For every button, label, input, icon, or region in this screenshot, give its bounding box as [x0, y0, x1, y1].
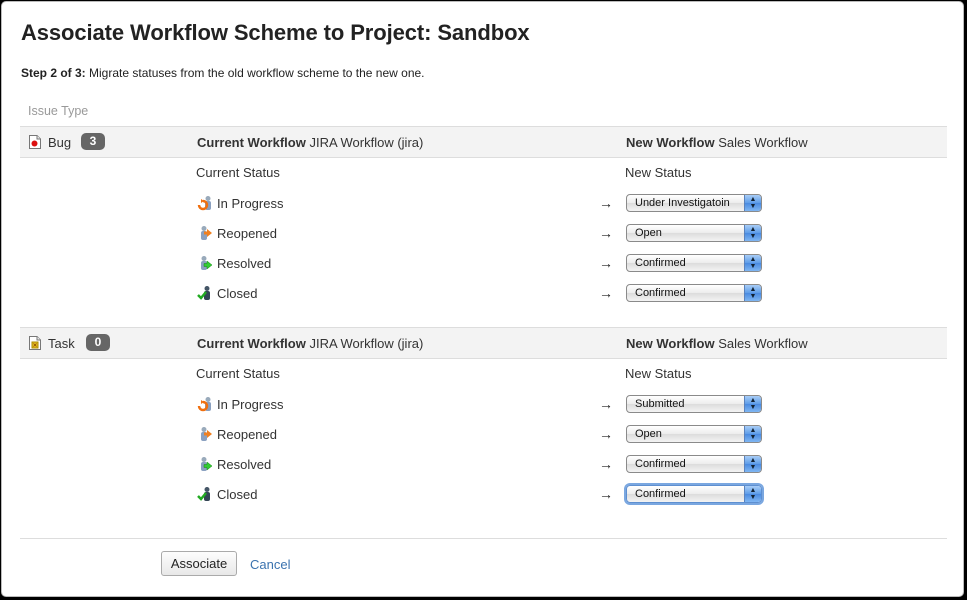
- chevron-updown-icon: ▲ ▼: [744, 195, 761, 211]
- current-status-name: In Progress: [217, 196, 284, 211]
- status-mapping-row: In Progress → Under Investigatoin ▲ ▼: [197, 194, 777, 214]
- arrow-icon: →: [599, 255, 613, 271]
- issue-type-name: Bug: [48, 135, 72, 150]
- issue-type-header-bug: Bug 3 Current Workflow JIRA Workflow (ji…: [20, 126, 947, 158]
- current-status-name: Closed: [217, 286, 258, 301]
- current-status-name: Reopened: [217, 427, 277, 442]
- current-status-name: In Progress: [217, 397, 284, 412]
- current-status-name: Closed: [217, 487, 258, 502]
- selected-value: Confirmed: [635, 287, 686, 299]
- new-workflow-value: Sales Workflow: [718, 336, 808, 351]
- new-workflow-label: New Workflow: [626, 336, 715, 351]
- current-workflow: Current Workflow JIRA Workflow (jira): [197, 135, 423, 150]
- chevron-updown-icon: ▲ ▼: [744, 456, 761, 472]
- current-workflow-value: JIRA Workflow (jira): [309, 135, 424, 150]
- new-status-select[interactable]: Confirmed ▲ ▼: [626, 254, 762, 272]
- in-progress-icon: [197, 397, 211, 412]
- status-mapping-row: In Progress → Submitted ▲ ▼: [197, 395, 777, 415]
- issue-type-name: Task: [48, 336, 75, 351]
- divider: [20, 538, 947, 539]
- chevron-updown-icon: ▲ ▼: [744, 486, 761, 502]
- new-workflow: New Workflow Sales Workflow: [626, 135, 808, 150]
- chevron-updown-icon: ▲ ▼: [744, 225, 761, 241]
- status-mapping-row: Closed → Confirmed ▲ ▼: [197, 284, 777, 304]
- chevron-updown-icon: ▲ ▼: [744, 426, 761, 442]
- current-status-header: Current Status: [196, 366, 280, 381]
- closed-icon: [197, 487, 210, 501]
- reopened-icon: [201, 427, 212, 441]
- selected-value: Confirmed: [635, 458, 686, 470]
- current-status-name: Resolved: [217, 457, 272, 472]
- new-status-header: New Status: [625, 366, 692, 381]
- in-progress-icon: [197, 196, 211, 211]
- new-workflow-label: New Workflow: [626, 135, 715, 150]
- associate-button[interactable]: Associate: [161, 551, 237, 576]
- current-workflow-value: JIRA Workflow (jira): [309, 336, 424, 351]
- current-status-name: Resolved: [217, 256, 272, 271]
- reopened-icon: [201, 226, 212, 240]
- bug-icon: [29, 135, 41, 149]
- issue-type-header-task: Task 0 Current Workflow JIRA Workflow (j…: [20, 327, 947, 359]
- current-workflow-label: Current Workflow: [197, 135, 306, 150]
- arrow-icon: →: [599, 426, 613, 442]
- new-status-select[interactable]: Confirmed ▲ ▼: [626, 485, 762, 503]
- arrow-icon: →: [599, 486, 613, 502]
- new-status-header: New Status: [625, 165, 692, 180]
- chevron-updown-icon: ▲ ▼: [744, 285, 761, 301]
- dialog: Associate Workflow Scheme to Project: Sa…: [1, 1, 964, 597]
- new-status-select[interactable]: Confirmed ▲ ▼: [626, 284, 762, 302]
- current-workflow-label: Current Workflow: [197, 336, 306, 351]
- chevron-updown-icon: ▲ ▼: [744, 255, 761, 271]
- arrow-icon: →: [599, 396, 613, 412]
- current-status-name: Reopened: [217, 226, 277, 241]
- closed-icon: [197, 286, 210, 300]
- issue-type-column-header: Issue Type: [28, 104, 89, 118]
- chevron-updown-icon: ▲ ▼: [744, 396, 761, 412]
- resolved-icon: [201, 256, 213, 270]
- current-status-header: Current Status: [196, 165, 280, 180]
- new-status-select[interactable]: Open ▲ ▼: [626, 224, 762, 242]
- arrow-icon: →: [599, 456, 613, 472]
- arrow-icon: →: [599, 225, 613, 241]
- selected-value: Confirmed: [635, 488, 686, 500]
- new-status-select[interactable]: Submitted ▲ ▼: [626, 395, 762, 413]
- selected-value: Under Investigatoin: [635, 197, 730, 209]
- arrow-icon: →: [599, 195, 613, 211]
- status-mapping-row: Resolved → Confirmed ▲ ▼: [197, 455, 777, 475]
- selected-value: Confirmed: [635, 257, 686, 269]
- step-description: Step 2 of 3: Migrate statuses from the o…: [21, 66, 425, 80]
- new-workflow: New Workflow Sales Workflow: [626, 336, 808, 351]
- new-status-select[interactable]: Under Investigatoin ▲ ▼: [626, 194, 762, 212]
- selected-value: Submitted: [635, 398, 685, 410]
- current-workflow: Current Workflow JIRA Workflow (jira): [197, 336, 423, 351]
- task-icon: [29, 336, 41, 350]
- selected-value: Open: [635, 428, 662, 440]
- step-label: Step 2 of 3:: [21, 66, 86, 80]
- status-mapping-row: Closed → Confirmed ▲ ▼: [197, 485, 777, 505]
- new-workflow-value: Sales Workflow: [718, 135, 808, 150]
- arrow-icon: →: [599, 285, 613, 301]
- new-status-select[interactable]: Open ▲ ▼: [626, 425, 762, 443]
- status-mapping-row: Reopened → Open ▲ ▼: [197, 224, 777, 244]
- issue-count-badge: 3: [81, 133, 105, 150]
- status-mapping-row: Resolved → Confirmed ▲ ▼: [197, 254, 777, 274]
- issue-count-badge: 0: [86, 334, 110, 351]
- step-text: Migrate statuses from the old workflow s…: [85, 66, 425, 80]
- page-title: Associate Workflow Scheme to Project: Sa…: [21, 20, 530, 45]
- resolved-icon: [201, 457, 213, 471]
- selected-value: Open: [635, 227, 662, 239]
- new-status-select[interactable]: Confirmed ▲ ▼: [626, 455, 762, 473]
- cancel-link[interactable]: Cancel: [250, 557, 290, 572]
- status-mapping-row: Reopened → Open ▲ ▼: [197, 425, 777, 445]
